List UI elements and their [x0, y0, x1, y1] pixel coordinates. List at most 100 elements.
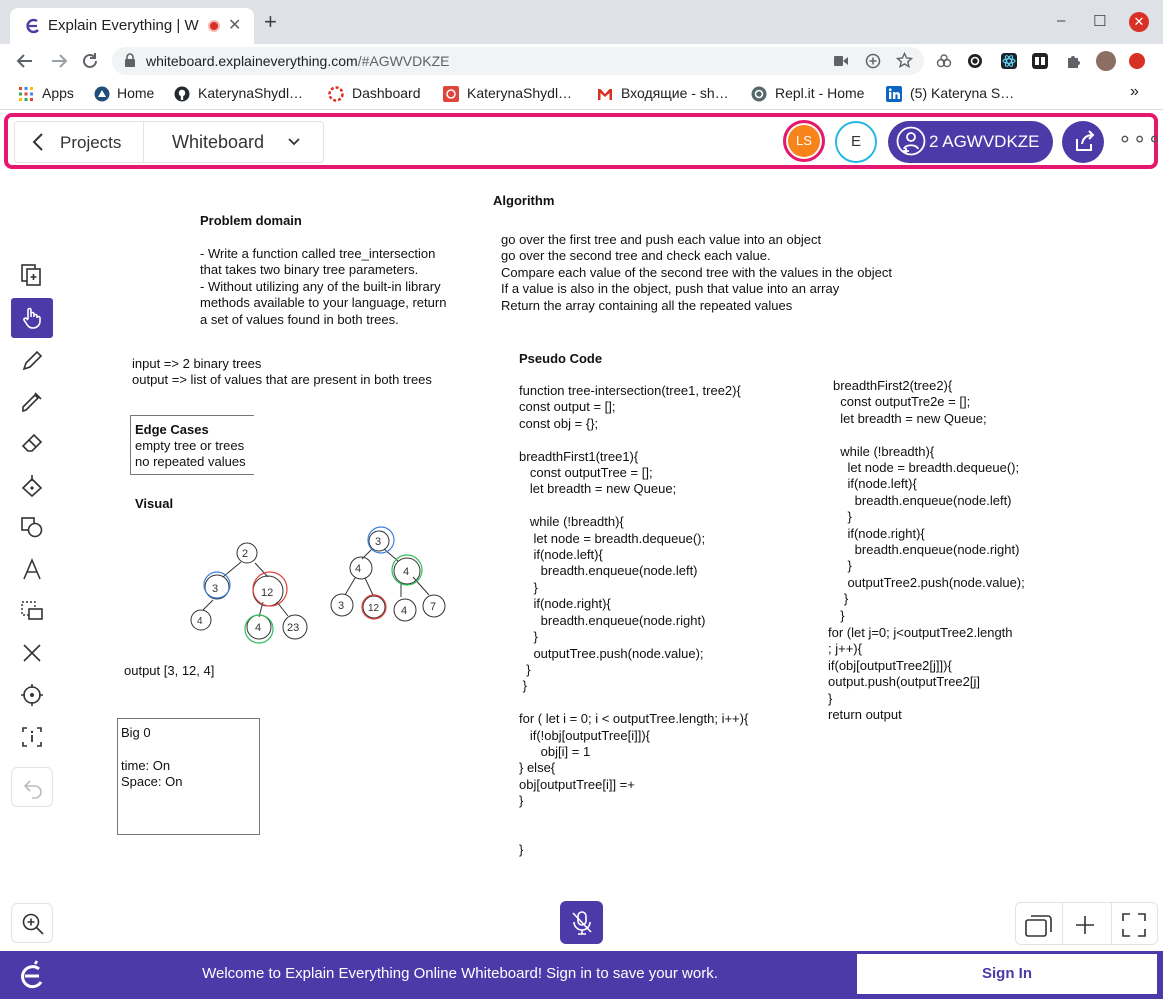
text-icon	[23, 557, 41, 580]
session-code-button[interactable]: 2 AGWVDKZE	[888, 121, 1053, 163]
bookmark-github[interactable]: KaterynaShydl…	[198, 85, 303, 101]
extension-link-icon[interactable]	[967, 53, 983, 69]
tree2-node-ll: 3	[338, 600, 344, 612]
chevron-down-icon[interactable]	[287, 132, 301, 152]
avatar-e[interactable]: E	[835, 121, 877, 163]
replit-icon	[751, 86, 767, 102]
bookmark-gmail[interactable]: Входящие - sh…	[621, 85, 729, 101]
microphone-button[interactable]	[560, 901, 603, 944]
zoom-button[interactable]	[11, 903, 53, 943]
react-devtools-icon[interactable]	[1001, 53, 1017, 69]
codewars-icon	[443, 86, 459, 102]
share-button[interactable]	[1062, 121, 1104, 163]
bookmark-replit[interactable]: Repl.it - Home	[775, 85, 864, 101]
bookmark-codewars[interactable]: KaterynaShydl…	[467, 85, 572, 101]
problem-domain-text: - Write a function called tree_intersect…	[200, 246, 447, 327]
undo-icon	[23, 780, 42, 799]
tree2-node-root: 3	[375, 536, 381, 548]
add-circle-icon[interactable]	[865, 53, 881, 69]
visual-title: Visual	[135, 496, 174, 511]
bookmark-apps[interactable]: Apps	[42, 85, 74, 101]
slides-overview-icon[interactable]	[1024, 911, 1054, 939]
pseudo-code-left: function tree-intersection(tree1, tree2)…	[519, 383, 749, 858]
tab-close-icon[interactable]: ✕	[228, 15, 241, 35]
tool-pointer[interactable]	[11, 675, 53, 715]
edge-cases-text: empty tree or trees no repeated values	[135, 438, 246, 470]
camera-icon[interactable]	[834, 55, 848, 67]
star-icon[interactable]	[896, 52, 913, 69]
tool-info[interactable]	[11, 717, 53, 757]
tool-shapes[interactable]	[11, 507, 53, 547]
projects-link[interactable]: Projects	[60, 133, 121, 153]
tree-2-sketch	[330, 526, 446, 622]
tool-text[interactable]	[11, 549, 53, 589]
browser-tab[interactable]: Explain Everything | W ✕	[10, 8, 254, 44]
tool-fill[interactable]	[11, 465, 53, 505]
info-frame-icon	[22, 727, 42, 747]
app-header: Projects Whiteboard LS E 2 AGWVDKZE ∘∘∘	[4, 113, 1161, 169]
tree2-node-right: 4	[403, 566, 409, 578]
extension-box-icon[interactable]	[1032, 53, 1048, 69]
puzzle-extensions-icon[interactable]	[1065, 53, 1081, 69]
zoom-in-icon	[22, 913, 44, 935]
home-logo-icon	[94, 86, 110, 102]
pseudo-code-right-bottom: for (let j=0; j<outputTree2.length ; j++…	[828, 625, 1013, 723]
bookmark-home[interactable]: Home	[117, 85, 154, 101]
fullscreen-icon[interactable]	[1120, 911, 1148, 939]
more-options-button[interactable]: ∘∘∘	[1118, 128, 1162, 150]
tool-hand[interactable]	[11, 298, 53, 338]
shapes-icon	[21, 517, 43, 538]
tool-insert[interactable]	[11, 591, 53, 631]
edge-cases-title: Edge Cases	[135, 422, 209, 437]
tool-pen[interactable]	[11, 341, 53, 381]
slides-icon	[21, 264, 41, 286]
eraser-icon	[21, 433, 43, 452]
footer-banner: Welcome to Explain Everything Online Whi…	[0, 951, 1163, 999]
url-text: whiteboard.explaineverything.com/#AGWVDK…	[146, 53, 449, 69]
reload-icon[interactable]	[81, 52, 99, 70]
nav-divider	[143, 122, 144, 162]
tree1-node-ll: 4	[197, 616, 203, 627]
profile-avatar[interactable]	[1096, 51, 1116, 71]
window-close-button[interactable]: ✕	[1129, 12, 1149, 32]
tool-highlighter[interactable]	[11, 382, 53, 422]
tab-title: Explain Everything | W	[48, 17, 199, 34]
url-host: whiteboard.explaineverything.com	[146, 53, 358, 69]
bookmark-dashboard[interactable]: Dashboard	[352, 85, 421, 101]
tree1-node-rl: 4	[255, 622, 261, 634]
chevron-left-icon[interactable]	[31, 132, 45, 152]
browser-tab-strip: Explain Everything | W ✕ + – ☐ ✕	[0, 0, 1163, 44]
apps-grid-icon	[19, 87, 33, 101]
add-user-icon	[896, 126, 926, 156]
tree2-node-left: 4	[355, 563, 361, 575]
board-title[interactable]: Whiteboard	[172, 132, 264, 153]
new-tab-button[interactable]: +	[264, 11, 277, 33]
address-bar[interactable]: whiteboard.explaineverything.com/#AGWVDK…	[112, 47, 924, 75]
maximize-button[interactable]: ☐	[1093, 12, 1106, 30]
extension-cloud-icon[interactable]	[936, 53, 952, 69]
undo-button[interactable]	[11, 767, 53, 807]
tree2-node-rr: 7	[430, 601, 436, 613]
lock-icon	[125, 53, 135, 67]
back-arrow-icon[interactable]	[16, 52, 34, 70]
bookmark-linkedin[interactable]: (5) Kateryna S…	[910, 85, 1014, 101]
recording-indicator-icon	[208, 20, 220, 32]
avatar-ls[interactable]: LS	[783, 120, 825, 162]
sign-in-button[interactable]: Sign In	[856, 953, 1158, 995]
tree1-node-rr: 23	[287, 622, 299, 634]
output-result-text: output [3, 12, 4]	[124, 663, 215, 678]
crosshair-icon	[21, 684, 43, 706]
tool-laser[interactable]	[11, 633, 53, 673]
gmail-icon	[598, 89, 612, 100]
share-icon	[1076, 130, 1095, 151]
tool-slides[interactable]	[11, 255, 53, 295]
bookmarks-overflow-button[interactable]: »	[1130, 83, 1139, 101]
update-alert-icon[interactable]	[1129, 53, 1145, 69]
view-divider	[1111, 903, 1112, 945]
minimize-button[interactable]: –	[1057, 12, 1065, 29]
tool-eraser[interactable]	[11, 423, 53, 463]
big-o-text: Big 0 time: On Space: On	[121, 725, 183, 790]
forward-arrow-icon[interactable]	[50, 52, 68, 70]
add-slide-icon[interactable]	[1074, 914, 1096, 936]
problem-domain-title: Problem domain	[200, 213, 302, 228]
